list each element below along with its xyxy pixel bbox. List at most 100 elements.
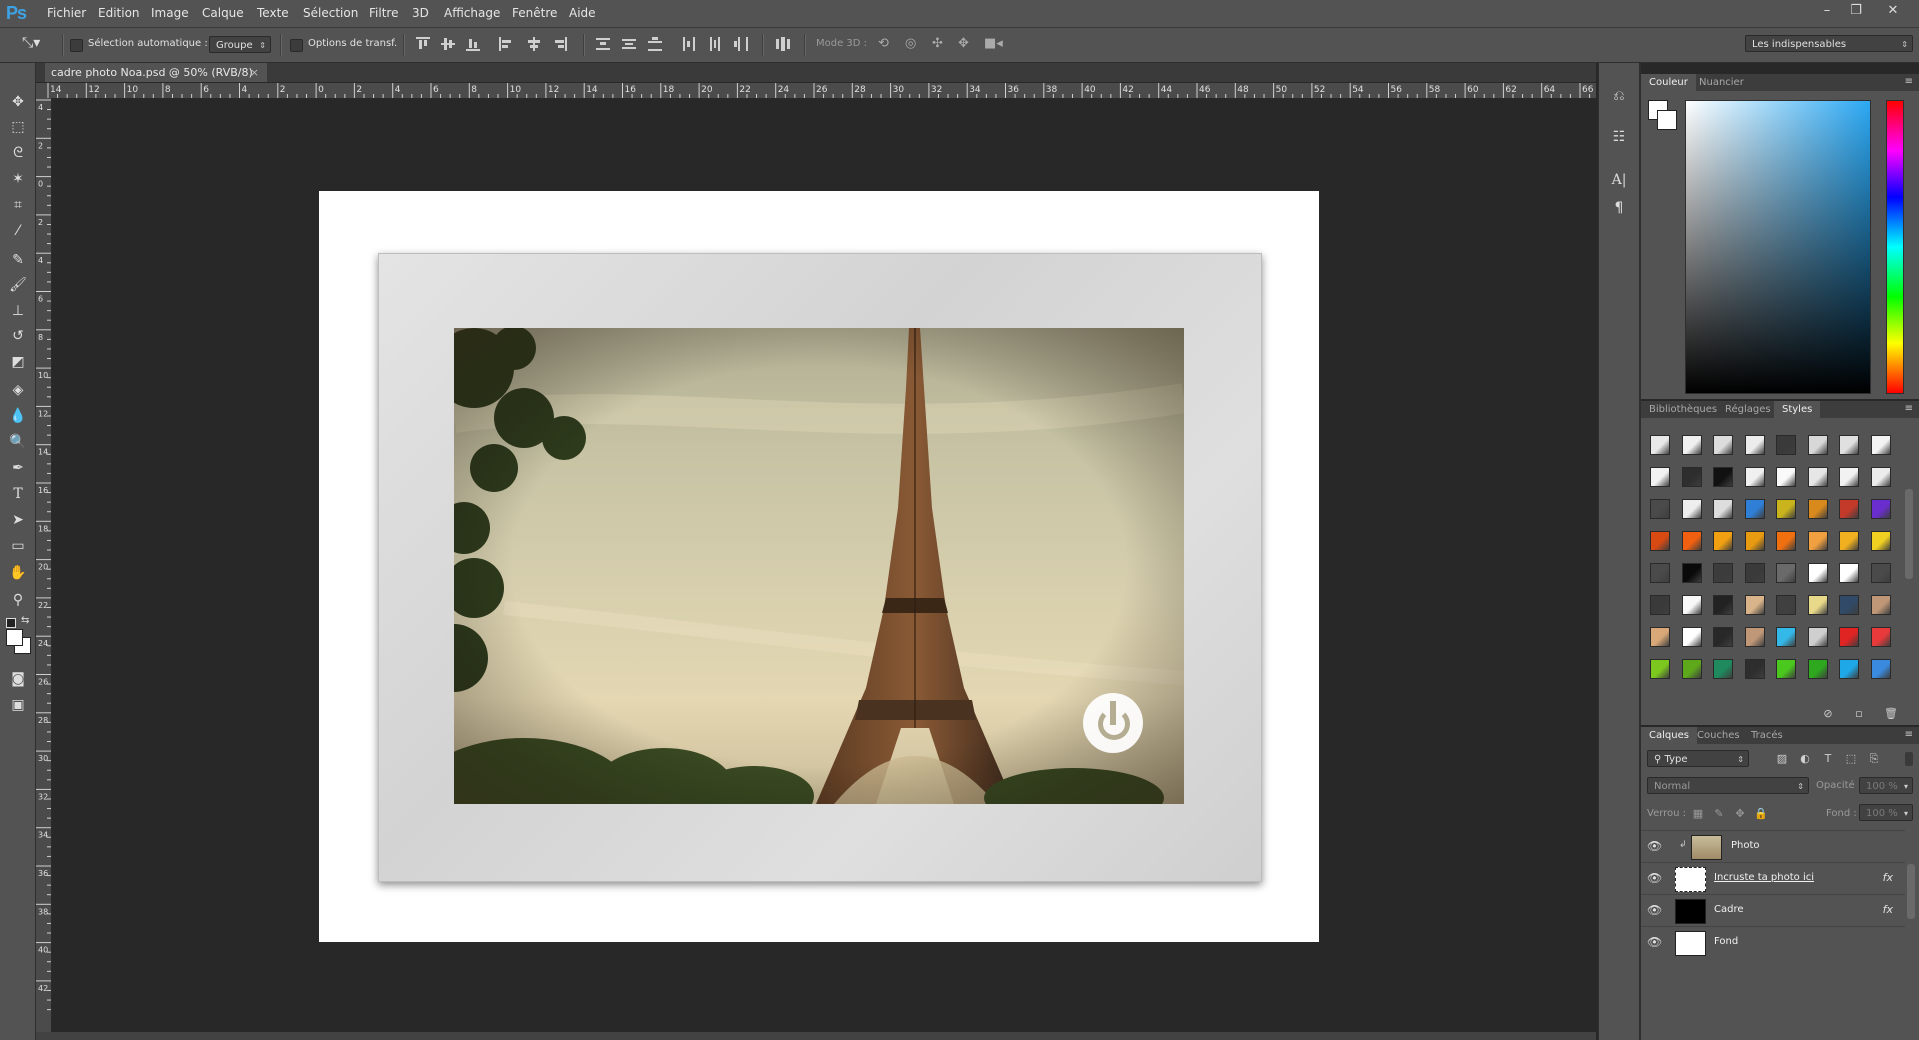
move-tool-icon[interactable]: ✥ xyxy=(7,92,29,112)
marquee-tool-icon[interactable]: ⬚ xyxy=(7,117,29,137)
layer-row-incruste[interactable]: 👁 Incruste ta photo ici fx xyxy=(1641,862,1905,894)
style-swatch[interactable] xyxy=(1839,435,1859,455)
healing-brush-tool-icon[interactable]: ✎ xyxy=(7,250,29,270)
visibility-eye-icon[interactable]: 👁 xyxy=(1647,871,1662,885)
visibility-eye-icon[interactable]: 👁 xyxy=(1647,839,1662,853)
paragraph-panel-icon[interactable]: ¶ xyxy=(1610,199,1628,217)
align-vcenter-icon[interactable] xyxy=(441,37,455,51)
3d-scale-icon[interactable]: ■◂ xyxy=(984,36,1003,51)
layer-row-photo[interactable]: 👁 ↲ Photo xyxy=(1641,830,1905,862)
tab-couches[interactable]: Couches xyxy=(1689,727,1748,744)
foreground-color-swatch[interactable] xyxy=(6,629,23,646)
auto-select-dropdown[interactable]: Groupe ⇕ xyxy=(209,36,271,53)
style-swatch[interactable] xyxy=(1713,499,1733,519)
close-window-icon[interactable]: ✕ xyxy=(1880,2,1906,20)
default-colors-icon[interactable] xyxy=(6,618,16,628)
style-swatch[interactable] xyxy=(1839,563,1859,583)
visibility-eye-icon[interactable]: 👁 xyxy=(1647,903,1662,917)
style-swatch[interactable] xyxy=(1650,531,1670,551)
style-swatch[interactable] xyxy=(1839,499,1859,519)
style-swatch[interactable] xyxy=(1713,467,1733,487)
style-swatch[interactable] xyxy=(1650,595,1670,615)
eyedropper-tool-icon[interactable]: ⁄ xyxy=(7,221,29,241)
menu-filtre[interactable]: Filtre xyxy=(369,6,398,20)
layer-name[interactable]: Photo xyxy=(1731,840,1760,851)
history-panel-icon[interactable]: ⎌ xyxy=(1610,87,1628,105)
dodge-tool-icon[interactable]: 🔍 xyxy=(7,432,29,452)
move-tool-preset-icon[interactable]: ⤡▾ xyxy=(22,35,40,51)
auto-select-checkbox[interactable] xyxy=(70,39,83,52)
distribute-hcenter-icon[interactable] xyxy=(708,37,722,51)
layer-row-fond[interactable]: 👁 Fond xyxy=(1641,926,1905,958)
layer-name[interactable]: Fond xyxy=(1714,936,1738,947)
distribute-bottom-icon[interactable] xyxy=(648,37,662,51)
style-swatch[interactable] xyxy=(1839,627,1859,647)
swap-colors-icon[interactable]: ⇆ xyxy=(21,615,29,626)
style-swatch[interactable] xyxy=(1807,499,1828,519)
3d-rotate-icon[interactable]: ⟲ xyxy=(878,36,889,51)
style-swatch[interactable] xyxy=(1681,531,1702,551)
paint-bucket-tool-icon[interactable]: ◈ xyxy=(7,380,29,400)
style-swatch[interactable] xyxy=(1713,435,1733,455)
type-tool-icon[interactable]: T xyxy=(7,484,29,504)
lock-all-icon[interactable]: 🔒 xyxy=(1754,807,1768,821)
menu-texte[interactable]: Texte xyxy=(257,6,289,20)
style-swatch[interactable] xyxy=(1681,595,1702,615)
style-swatch[interactable] xyxy=(1744,595,1765,615)
filter-type-icon[interactable]: T xyxy=(1821,752,1835,766)
new-style-icon[interactable]: ▫ xyxy=(1852,707,1866,721)
filter-shape-icon[interactable]: ⬚ xyxy=(1844,752,1858,766)
minimize-icon[interactable]: – xyxy=(1814,2,1840,20)
distribute-top-icon[interactable] xyxy=(596,37,610,51)
background-swatch[interactable] xyxy=(1657,110,1677,130)
tab-reglages[interactable]: Réglages xyxy=(1717,401,1779,418)
style-swatch[interactable] xyxy=(1744,531,1765,551)
layer-effects-icon[interactable]: fx xyxy=(1883,871,1893,884)
menu-3d[interactable]: 3D xyxy=(412,6,429,20)
lasso-tool-icon[interactable]: ᘓ xyxy=(7,143,29,163)
style-swatch[interactable] xyxy=(1807,467,1828,487)
layer-effects-icon[interactable]: fx xyxy=(1883,903,1893,916)
style-swatch[interactable] xyxy=(1870,467,1891,487)
clear-style-icon[interactable]: ⊘ xyxy=(1821,707,1835,721)
style-swatch[interactable] xyxy=(1681,467,1702,487)
zoom-tool-icon[interactable]: ⚲ xyxy=(7,590,29,610)
tab-traces[interactable]: Tracés xyxy=(1743,727,1791,744)
auto-align-icon[interactable] xyxy=(776,37,790,51)
history-brush-tool-icon[interactable]: ↺ xyxy=(7,326,29,346)
style-swatch[interactable] xyxy=(1650,659,1670,679)
3d-roll-icon[interactable]: ◎ xyxy=(905,36,916,51)
tab-bibliotheques[interactable]: Bibliothèques xyxy=(1641,401,1725,418)
hand-tool-icon[interactable]: ✋ xyxy=(7,563,29,583)
magic-wand-tool-icon[interactable]: ✶ xyxy=(7,169,29,189)
distribute-left-icon[interactable] xyxy=(682,37,696,51)
style-swatch[interactable] xyxy=(1650,499,1670,519)
style-swatch[interactable] xyxy=(1839,595,1859,615)
style-swatch[interactable] xyxy=(1776,499,1796,519)
align-bottom-icon[interactable] xyxy=(466,37,480,51)
menu-fichier[interactable]: Fichier xyxy=(47,6,86,20)
style-swatch[interactable] xyxy=(1650,435,1670,455)
pen-tool-icon[interactable]: ✒ xyxy=(7,458,29,478)
lock-position-icon[interactable]: ✥ xyxy=(1733,807,1747,821)
visibility-eye-icon[interactable]: 👁 xyxy=(1647,935,1662,949)
style-swatch[interactable] xyxy=(1713,531,1733,551)
blend-mode-dropdown[interactable]: Normal ⇕ xyxy=(1647,777,1809,794)
style-swatch[interactable] xyxy=(1681,563,1702,583)
filter-adjustment-icon[interactable]: ◐ xyxy=(1798,752,1812,766)
menu-calque[interactable]: Calque xyxy=(202,6,244,20)
layer-name[interactable]: Incruste ta photo ici xyxy=(1714,872,1814,883)
style-swatch[interactable] xyxy=(1870,659,1891,679)
3d-slide-icon[interactable]: ✥ xyxy=(958,36,969,51)
style-swatch[interactable] xyxy=(1650,627,1670,647)
style-swatch[interactable] xyxy=(1713,627,1733,647)
horizontal-ruler[interactable]: 14 12 10 8 6 4 2 0 2 4 6 8 10 12 14 16 18 20 22 24 26 28 30 32 3… xyxy=(46,83,1596,99)
close-tab-icon[interactable]: × xyxy=(250,63,259,82)
filter-pixel-icon[interactable]: ▨ xyxy=(1775,752,1789,766)
transform-controls-checkbox[interactable] xyxy=(290,39,303,52)
style-swatch[interactable] xyxy=(1870,435,1891,455)
style-swatch[interactable] xyxy=(1839,659,1859,679)
crop-tool-icon[interactable]: ⌗ xyxy=(7,195,29,215)
styles-scrollbar[interactable] xyxy=(1905,489,1913,579)
color-picker-field[interactable] xyxy=(1685,100,1871,394)
